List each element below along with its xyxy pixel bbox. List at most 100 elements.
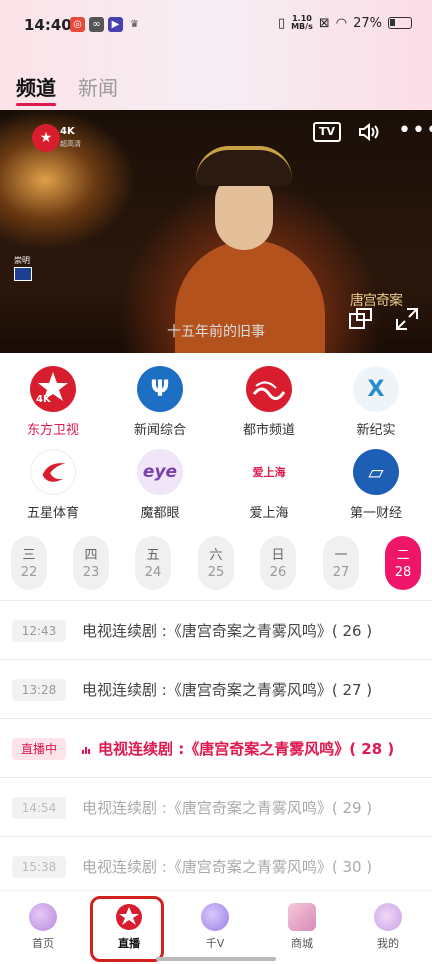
video-icon: ▶	[108, 17, 123, 32]
video-corner-text: 崇明	[14, 256, 30, 265]
status-bar: 14:40 ◎ ∞ ▶ ♛ ▯ 1.10 MB/s ⊠ ◠ 27%	[0, 0, 432, 50]
channel-documentary[interactable]: X 新纪实	[326, 366, 426, 438]
profile-icon	[374, 903, 402, 931]
home-indicator	[156, 957, 276, 961]
pip-button[interactable]	[348, 306, 374, 332]
channel-label: 新闻综合	[133, 423, 186, 438]
tab-news[interactable]: 新闻	[78, 72, 118, 101]
nav-label: 商城	[291, 937, 313, 950]
day-fri[interactable]: 五 24	[135, 536, 171, 590]
video-corner-logo	[14, 267, 32, 281]
live-badge: 直播中	[12, 738, 66, 760]
cart-icon	[288, 903, 316, 931]
channel-label: 东方卫视	[26, 423, 79, 438]
program-row[interactable]: 14:54 电视连续剧 :《唐宫奇案之青雾风鸣》( 29 )	[0, 777, 432, 836]
sports-channel-icon: ✓	[30, 449, 76, 495]
wifi-icon: ◠	[335, 15, 348, 31]
program-row[interactable]: 12:43 电视连续剧 :《唐宫奇案之青雾风鸣》( 26 )	[0, 600, 432, 659]
planet-icon	[201, 903, 229, 931]
cast-tv-button[interactable]: TV	[313, 122, 341, 142]
day-date: 24	[144, 565, 162, 580]
speed-unit: MB/s	[291, 22, 313, 31]
program-time: 14:54	[12, 797, 66, 819]
love-shanghai-icon-text: 爱上海	[252, 466, 286, 479]
day-weekday: 二	[396, 548, 410, 563]
day-weekday: 四	[84, 548, 98, 563]
nav-label: 直播	[118, 937, 140, 950]
nav-profile[interactable]: 我的	[353, 903, 423, 951]
status-app-icons: ◎ ∞ ▶ ♛	[70, 17, 142, 32]
program-time: 13:28	[12, 679, 66, 701]
day-sat[interactable]: 六 25	[198, 536, 234, 590]
fullscreen-icon[interactable]	[394, 306, 420, 332]
documentary-channel-icon-text: X	[367, 376, 385, 402]
channel-modu-eye[interactable]: eye 魔都眼	[110, 449, 210, 521]
day-weekday: 五	[146, 548, 160, 563]
day-mon[interactable]: 一 27	[323, 536, 359, 590]
channel-logo-icon: ★	[32, 124, 60, 152]
home-icon	[29, 903, 57, 931]
date-selector: 三 22 四 23 五 24 六 25 日 26 一 27 二 28	[0, 536, 432, 590]
more-icon[interactable]: •••	[398, 118, 432, 143]
nav-live[interactable]: 直播	[94, 903, 164, 951]
channel-city[interactable]: ~ 都市频道	[219, 366, 319, 438]
sim-icon: ⊠	[318, 15, 330, 31]
tab-channels[interactable]: 频道	[16, 72, 56, 106]
channel-love-shanghai[interactable]: 爱上海 爱上海	[219, 449, 319, 521]
channel-label: 都市频道	[242, 423, 295, 438]
eye-channel-icon-text: eye	[142, 462, 178, 482]
program-title: 电视连续剧 :《唐宫奇案之青雾风鸣》( 29 )	[82, 799, 373, 817]
day-wed[interactable]: 三 22	[11, 536, 47, 590]
weibo-icon: ◎	[70, 17, 85, 32]
program-row[interactable]: 13:28 电视连续剧 :《唐宫奇案之青雾风鸣》( 27 )	[0, 659, 432, 718]
channel-grid: 4K 东方卫视 Ψ 新闻综合 ~ 都市频道 X 新纪实 ✓	[0, 362, 432, 522]
channel-label: 魔都眼	[140, 506, 180, 521]
day-date: 28	[394, 565, 412, 580]
day-date: 22	[20, 565, 38, 580]
network-speed: 1.10 MB/s	[291, 15, 313, 31]
video-badge-sub: 超高清	[60, 140, 81, 148]
live-icon	[115, 903, 143, 931]
channel-sports[interactable]: ✓ 五星体育	[3, 449, 103, 521]
program-title: 电视连续剧 :《唐宫奇案之青雾风鸣》( 26 )	[82, 622, 373, 640]
bottom-nav: 首页 直播 千V 商城 我的	[0, 890, 432, 964]
channel-news[interactable]: Ψ 新闻综合	[110, 366, 210, 438]
header: 14:40 ◎ ∞ ▶ ♛ ▯ 1.10 MB/s ⊠ ◠ 27% 频道 新闻	[0, 0, 432, 110]
video-headdress	[196, 146, 292, 186]
nav-label: 千V	[205, 937, 225, 950]
video-player[interactable]: ★ 4K 超高清 崇明 TV ••• 唐宫奇案 十五年前的旧事	[0, 110, 432, 353]
nav-mall[interactable]: 商城	[267, 903, 337, 951]
nav-label: 我的	[377, 937, 399, 950]
volume-icon[interactable]	[358, 122, 380, 147]
finance-channel-icon-text: ▱	[368, 460, 384, 484]
program-row[interactable]: 15:38 电视连续剧 :《唐宫奇案之青雾风鸣》( 30 )	[0, 836, 432, 895]
day-tue[interactable]: 二 28	[385, 536, 421, 590]
crown-icon: ♛	[130, 19, 139, 30]
channel-label: 五星体育	[26, 506, 79, 521]
program-title: 电视连续剧 :《唐宫奇案之青雾风鸣》( 28 )	[98, 740, 395, 758]
day-weekday: 三	[22, 548, 36, 563]
status-time: 14:40	[24, 16, 72, 34]
love-shanghai-icon: 爱上海	[246, 449, 292, 495]
battery-text: 27%	[353, 15, 382, 31]
channel-label: 爱上海	[249, 506, 289, 521]
day-sun[interactable]: 日 26	[260, 536, 296, 590]
channel-finance[interactable]: ▱ 第一财经	[326, 449, 426, 521]
eye-channel-icon: eye	[137, 449, 183, 495]
documentary-channel-icon: X	[353, 366, 399, 412]
channel-dragon[interactable]: 4K 东方卫视	[3, 366, 103, 438]
program-time: 15:38	[12, 856, 66, 878]
dragon-tv-icon: 4K	[30, 366, 76, 412]
nav-label: 首页	[32, 937, 54, 950]
nav-qianv[interactable]: 千V	[180, 903, 250, 951]
finance-channel-icon: ▱	[353, 449, 399, 495]
dragon-tv-icon-text: 4K	[36, 394, 51, 405]
day-date: 25	[207, 565, 225, 580]
program-title: 电视连续剧 :《唐宫奇案之青雾风鸣》( 30 )	[82, 858, 373, 876]
day-thu[interactable]: 四 23	[73, 536, 109, 590]
app-icon: ∞	[89, 17, 104, 32]
program-row-live[interactable]: 直播中 电视连续剧 :《唐宫奇案之青雾风鸣》( 28 )	[0, 718, 432, 777]
battery-icon	[388, 17, 412, 29]
nav-home[interactable]: 首页	[8, 903, 78, 951]
city-channel-icon: ~	[246, 366, 292, 412]
